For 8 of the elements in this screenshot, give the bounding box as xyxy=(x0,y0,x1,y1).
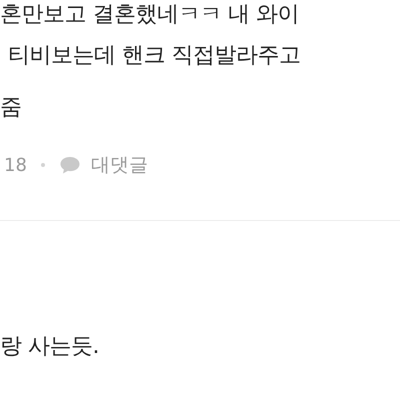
comment-text: 줌 xyxy=(0,94,22,122)
comment-text: 혼만보고 결혼했네ㅋㅋ 내 와이 xyxy=(0,1,300,29)
separator-dot-icon xyxy=(40,163,45,167)
speech-bubble-icon xyxy=(58,155,81,175)
like-count: 18 xyxy=(4,154,27,176)
comment-text: 랑 사는듯. xyxy=(0,333,100,361)
reply-button[interactable]: 대댓글 xyxy=(58,152,148,178)
comment-text: 티비보는데 핸크 직접발라주고 xyxy=(7,42,302,70)
